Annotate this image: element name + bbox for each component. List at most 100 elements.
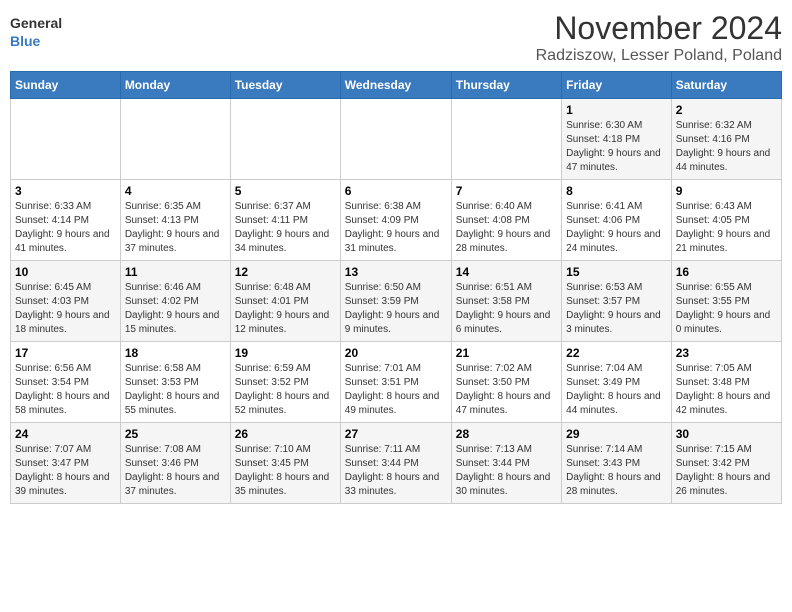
- day-number: 20: [345, 346, 447, 360]
- day-info: Sunrise: 6:53 AM Sunset: 3:57 PM Dayligh…: [566, 281, 667, 337]
- calendar-cell: [120, 99, 230, 180]
- day-info: Sunrise: 6:51 AM Sunset: 3:58 PM Dayligh…: [456, 281, 557, 337]
- day-info: Sunrise: 6:35 AM Sunset: 4:13 PM Dayligh…: [125, 200, 226, 256]
- day-number: 15: [566, 265, 667, 279]
- calendar-table: SundayMondayTuesdayWednesdayThursdayFrid…: [10, 71, 782, 504]
- calendar-cell: 8 Sunrise: 6:41 AM Sunset: 4:06 PM Daylig…: [562, 180, 672, 261]
- calendar-cell: 24Sunrise: 7:07 AM Sunset: 3:47 PM Dayli…: [11, 423, 121, 504]
- day-number: 25: [125, 427, 226, 441]
- title-area: November 2024 Radziszow, Lesser Poland, …: [536, 10, 782, 65]
- day-number: 1: [566, 103, 667, 117]
- calendar-cell: 14 Sunrise: 6:51 AM Sunset: 3:58 PM Dayli…: [451, 261, 561, 342]
- day-info: Sunrise: 7:08 AM Sunset: 3:46 PM Dayligh…: [125, 443, 226, 499]
- calendar-cell: 25 Sunrise: 7:08 AM Sunset: 3:46 PM Dayli…: [120, 423, 230, 504]
- header: General Blue November 2024 Radziszow, Les…: [10, 10, 782, 65]
- calendar-week-row: 24Sunrise: 7:07 AM Sunset: 3:47 PM Dayli…: [11, 423, 782, 504]
- svg-text:Blue: Blue: [10, 33, 41, 49]
- calendar-week-row: 17 Sunrise: 6:56 AM Sunset: 3:54 PM Dayli…: [11, 342, 782, 423]
- calendar-cell: 1 Sunrise: 6:30 AM Sunset: 4:18 PM Daylig…: [562, 99, 672, 180]
- day-info: Sunrise: 7:02 AM Sunset: 3:50 PM Dayligh…: [456, 362, 557, 418]
- calendar-cell: 22 Sunrise: 7:04 AM Sunset: 3:49 PM Dayli…: [562, 342, 672, 423]
- calendar-cell: 28 Sunrise: 7:13 AM Sunset: 3:44 PM Dayli…: [451, 423, 561, 504]
- calendar-cell: 29Sunrise: 7:14 AM Sunset: 3:43 PM Dayli…: [562, 423, 672, 504]
- weekday-header: Sunday: [11, 72, 121, 99]
- calendar-cell: 6 Sunrise: 6:38 AM Sunset: 4:09 PM Daylig…: [340, 180, 451, 261]
- calendar-cell: 21 Sunrise: 7:02 AM Sunset: 3:50 PM Dayli…: [451, 342, 561, 423]
- calendar-cell: [11, 99, 121, 180]
- calendar-week-row: 1 Sunrise: 6:30 AM Sunset: 4:18 PM Daylig…: [11, 99, 782, 180]
- calendar-cell: 2 Sunrise: 6:32 AM Sunset: 4:16 PM Daylig…: [671, 99, 781, 180]
- day-number: 21: [456, 346, 557, 360]
- calendar-cell: 3Sunrise: 6:33 AM Sunset: 4:14 PM Daylig…: [11, 180, 121, 261]
- calendar-cell: 11 Sunrise: 6:46 AM Sunset: 4:02 PM Dayli…: [120, 261, 230, 342]
- calendar-cell: 19 Sunrise: 6:59 AM Sunset: 3:52 PM Dayli…: [230, 342, 340, 423]
- day-info: Sunrise: 6:50 AM Sunset: 3:59 PM Dayligh…: [345, 281, 447, 337]
- day-info: Sunrise: 6:59 AM Sunset: 3:52 PM Dayligh…: [235, 362, 336, 418]
- weekday-header: Thursday: [451, 72, 561, 99]
- day-info: Sunrise: 6:55 AM Sunset: 3:55 PM Dayligh…: [676, 281, 777, 337]
- day-info: Sunrise: 7:01 AM Sunset: 3:51 PM Dayligh…: [345, 362, 447, 418]
- calendar-cell: 13Sunrise: 6:50 AM Sunset: 3:59 PM Dayli…: [340, 261, 451, 342]
- weekday-header: Monday: [120, 72, 230, 99]
- calendar-cell: 7Sunrise: 6:40 AM Sunset: 4:08 PM Daylig…: [451, 180, 561, 261]
- day-info: Sunrise: 6:56 AM Sunset: 3:54 PM Dayligh…: [15, 362, 116, 418]
- day-number: 4: [125, 184, 226, 198]
- day-number: 19: [235, 346, 336, 360]
- day-number: 24: [15, 427, 116, 441]
- day-number: 22: [566, 346, 667, 360]
- day-number: 3: [15, 184, 116, 198]
- day-number: 28: [456, 427, 557, 441]
- day-info: Sunrise: 6:32 AM Sunset: 4:16 PM Dayligh…: [676, 119, 777, 175]
- day-number: 11: [125, 265, 226, 279]
- calendar-cell: 10Sunrise: 6:45 AM Sunset: 4:03 PM Dayli…: [11, 261, 121, 342]
- day-info: Sunrise: 7:11 AM Sunset: 3:44 PM Dayligh…: [345, 443, 447, 499]
- day-info: Sunrise: 7:05 AM Sunset: 3:48 PM Dayligh…: [676, 362, 777, 418]
- calendar-cell: 5 Sunrise: 6:37 AM Sunset: 4:11 PM Daylig…: [230, 180, 340, 261]
- day-number: 18: [125, 346, 226, 360]
- day-number: 30: [676, 427, 777, 441]
- day-info: Sunrise: 6:30 AM Sunset: 4:18 PM Dayligh…: [566, 119, 667, 175]
- calendar-cell: 9Sunrise: 6:43 AM Sunset: 4:05 PM Daylig…: [671, 180, 781, 261]
- day-info: Sunrise: 7:14 AM Sunset: 3:43 PM Dayligh…: [566, 443, 667, 499]
- weekday-header: Friday: [562, 72, 672, 99]
- day-info: Sunrise: 6:41 AM Sunset: 4:06 PM Dayligh…: [566, 200, 667, 256]
- month-title: November 2024: [536, 10, 782, 47]
- day-number: 17: [15, 346, 116, 360]
- weekday-header: Tuesday: [230, 72, 340, 99]
- calendar-cell: 12Sunrise: 6:48 AM Sunset: 4:01 PM Dayli…: [230, 261, 340, 342]
- calendar-week-row: 3Sunrise: 6:33 AM Sunset: 4:14 PM Daylig…: [11, 180, 782, 261]
- day-info: Sunrise: 6:43 AM Sunset: 4:05 PM Dayligh…: [676, 200, 777, 256]
- day-number: 6: [345, 184, 447, 198]
- calendar-cell: [451, 99, 561, 180]
- calendar-cell: 23 Sunrise: 7:05 AM Sunset: 3:48 PM Dayli…: [671, 342, 781, 423]
- day-info: Sunrise: 6:46 AM Sunset: 4:02 PM Dayligh…: [125, 281, 226, 337]
- day-number: 14: [456, 265, 557, 279]
- calendar-cell: [340, 99, 451, 180]
- day-info: Sunrise: 6:40 AM Sunset: 4:08 PM Dayligh…: [456, 200, 557, 256]
- weekday-header: Saturday: [671, 72, 781, 99]
- day-info: Sunrise: 6:45 AM Sunset: 4:03 PM Dayligh…: [15, 281, 116, 337]
- calendar-cell: 17 Sunrise: 6:56 AM Sunset: 3:54 PM Dayli…: [11, 342, 121, 423]
- day-info: Sunrise: 7:13 AM Sunset: 3:44 PM Dayligh…: [456, 443, 557, 499]
- day-info: Sunrise: 6:58 AM Sunset: 3:53 PM Dayligh…: [125, 362, 226, 418]
- calendar-cell: 30 Sunrise: 7:15 AM Sunset: 3:42 PM Dayli…: [671, 423, 781, 504]
- day-number: 23: [676, 346, 777, 360]
- day-number: 26: [235, 427, 336, 441]
- svg-text:General: General: [10, 15, 62, 31]
- day-info: Sunrise: 7:10 AM Sunset: 3:45 PM Dayligh…: [235, 443, 336, 499]
- calendar-cell: 27 Sunrise: 7:11 AM Sunset: 3:44 PM Dayli…: [340, 423, 451, 504]
- day-info: Sunrise: 6:37 AM Sunset: 4:11 PM Dayligh…: [235, 200, 336, 256]
- location-title: Radziszow, Lesser Poland, Poland: [536, 47, 782, 65]
- day-info: Sunrise: 6:38 AM Sunset: 4:09 PM Dayligh…: [345, 200, 447, 256]
- day-number: 27: [345, 427, 447, 441]
- day-number: 8: [566, 184, 667, 198]
- calendar-cell: 20 Sunrise: 7:01 AM Sunset: 3:51 PM Dayli…: [340, 342, 451, 423]
- calendar-cell: 4 Sunrise: 6:35 AM Sunset: 4:13 PM Daylig…: [120, 180, 230, 261]
- logo-svg: General Blue: [10, 10, 80, 54]
- logo: General Blue: [10, 10, 80, 54]
- day-number: 5: [235, 184, 336, 198]
- day-number: 2: [676, 103, 777, 117]
- calendar-cell: [230, 99, 340, 180]
- day-info: Sunrise: 7:15 AM Sunset: 3:42 PM Dayligh…: [676, 443, 777, 499]
- day-info: Sunrise: 7:04 AM Sunset: 3:49 PM Dayligh…: [566, 362, 667, 418]
